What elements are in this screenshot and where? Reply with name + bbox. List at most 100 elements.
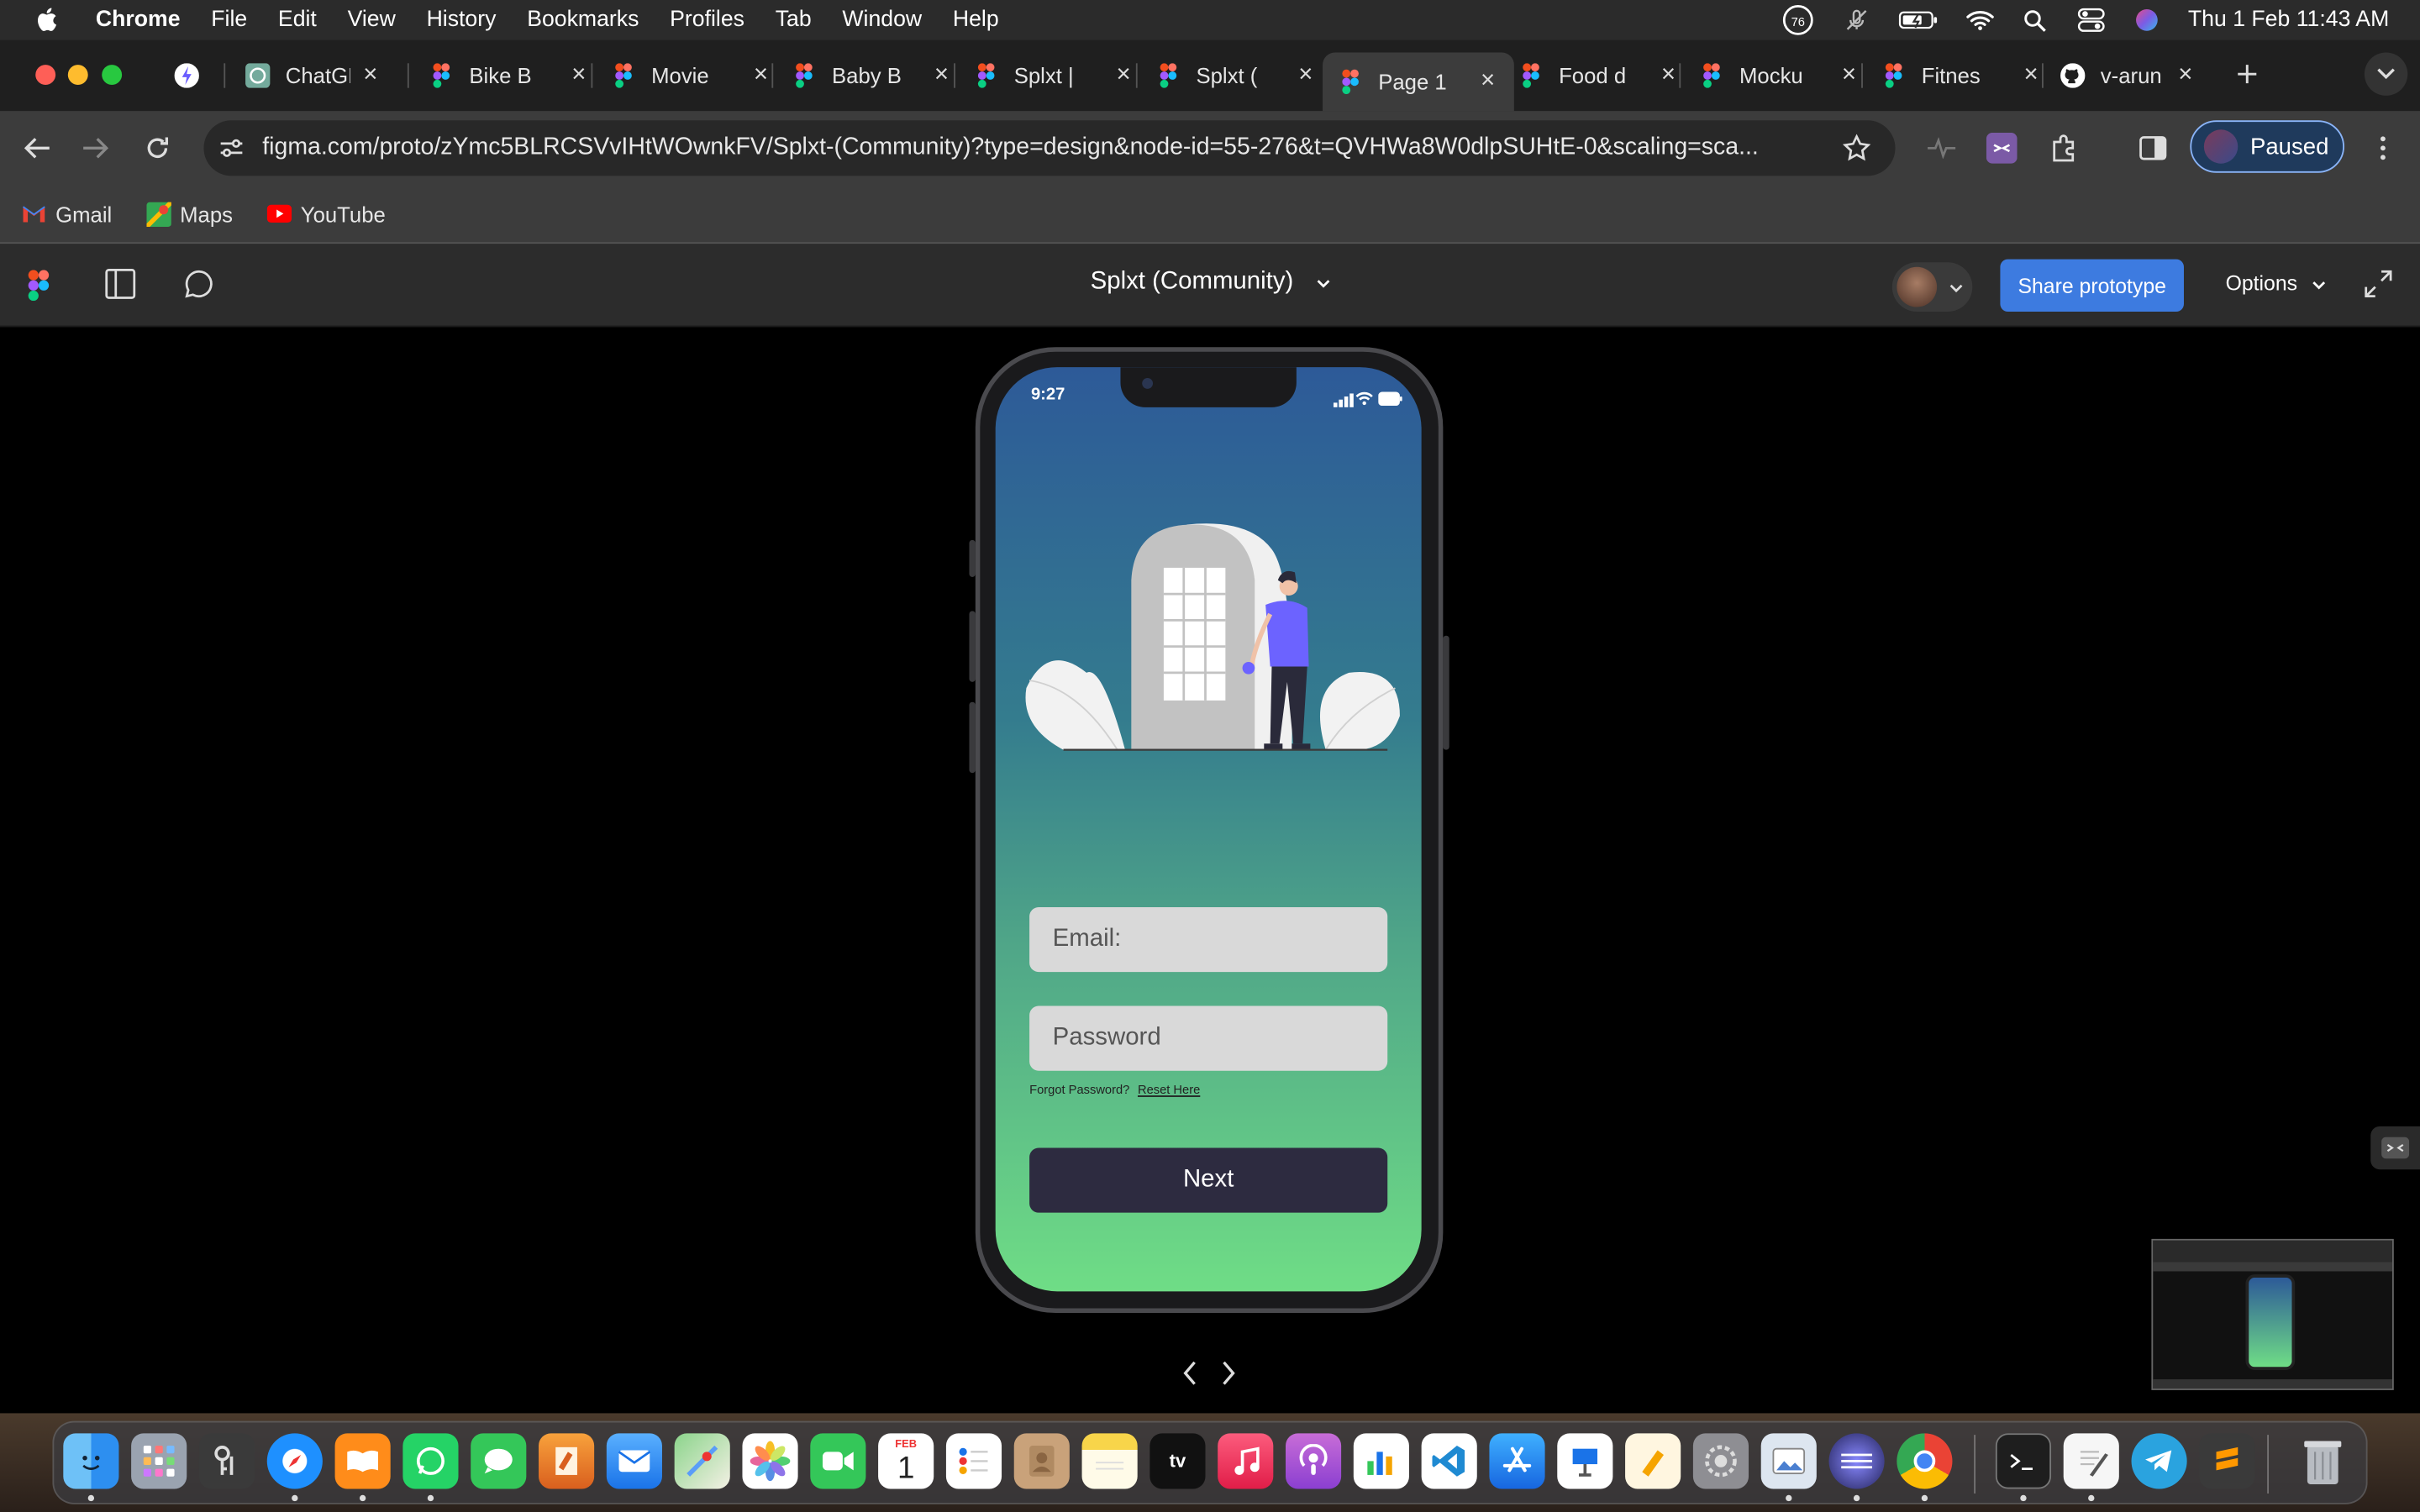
maximize-window-button[interactable]	[102, 65, 123, 86]
apple-icon[interactable]	[34, 6, 61, 34]
keychain-icon[interactable]	[198, 1433, 255, 1489]
tab-github[interactable]: v-arun ×	[2060, 52, 2196, 98]
settings-icon[interactable]	[1692, 1433, 1749, 1489]
email-field[interactable]: Email:	[1029, 907, 1388, 973]
microphone-muted-icon[interactable]	[1842, 6, 1870, 34]
close-icon[interactable]: ×	[1477, 68, 1499, 96]
chrome-icon[interactable]	[1897, 1433, 1953, 1489]
next-frame-arrow-icon[interactable]	[1213, 1357, 1244, 1389]
terminal-icon[interactable]	[1995, 1433, 2052, 1489]
close-icon[interactable]: ×	[1839, 61, 1860, 89]
wifi-icon[interactable]	[1965, 6, 1994, 34]
bookmark-youtube[interactable]: YouTube	[266, 202, 386, 226]
reload-icon[interactable]	[139, 129, 176, 166]
minimize-window-button[interactable]	[67, 65, 88, 86]
pages-doc-icon[interactable]	[1625, 1433, 1681, 1489]
reminders-icon[interactable]	[945, 1433, 1002, 1489]
pages-icon[interactable]	[539, 1433, 595, 1489]
contacts-icon[interactable]	[1013, 1433, 1070, 1489]
warp-icon[interactable]	[1828, 1433, 1885, 1489]
menu-history[interactable]: History	[427, 8, 497, 32]
close-icon[interactable]: ×	[2020, 61, 2042, 89]
share-prototype-button[interactable]: Share prototype	[2000, 259, 2184, 312]
viewer-avatar-menu[interactable]	[1891, 262, 1973, 312]
url-text[interactable]: figma.com/proto/zYmc5BLRCSVvIHtWOwnkFV/S…	[262, 134, 1821, 162]
vscode-icon[interactable]	[1421, 1433, 1477, 1489]
bookmark-maps[interactable]: Maps	[145, 201, 233, 227]
menu-edit[interactable]: Edit	[278, 8, 317, 32]
close-icon[interactable]: ×	[750, 61, 772, 89]
photos-icon[interactable]	[742, 1433, 798, 1489]
facetime-icon[interactable]	[810, 1433, 866, 1489]
tab-chatgpt[interactable]: ChatGPT ×	[245, 52, 381, 98]
maps-icon[interactable]	[674, 1433, 730, 1489]
tab-page-1[interactable]: Page 1 ×	[1323, 52, 1514, 112]
bookmark-star-icon[interactable]	[1842, 134, 1871, 162]
fullscreen-icon[interactable]	[2365, 270, 2392, 305]
bookmark-gmail[interactable]: Gmail	[22, 202, 112, 226]
tab-splxt-1[interactable]: Splxt | ×	[974, 52, 1134, 98]
extension-pulse-icon[interactable]	[1923, 129, 1960, 166]
launchpad-icon[interactable]	[131, 1433, 187, 1489]
appstore-icon[interactable]	[1489, 1433, 1545, 1489]
textedit-icon[interactable]	[2063, 1433, 2119, 1489]
close-icon[interactable]: ×	[931, 61, 953, 89]
trash-icon[interactable]	[2295, 1433, 2350, 1488]
whatsapp-icon[interactable]	[402, 1433, 459, 1489]
notes-icon[interactable]	[1081, 1433, 1138, 1489]
close-window-button[interactable]	[35, 65, 56, 86]
next-button[interactable]: Next	[1029, 1147, 1388, 1213]
books-icon[interactable]	[334, 1433, 391, 1489]
close-icon[interactable]: ×	[568, 61, 590, 89]
side-panel-icon[interactable]	[2134, 129, 2171, 166]
password-field[interactable]: Password	[1029, 1005, 1388, 1071]
menu-help[interactable]: Help	[953, 8, 999, 32]
close-icon[interactable]: ×	[360, 61, 381, 89]
screen-preview-thumbnail[interactable]	[2151, 1238, 2394, 1390]
calendar-icon[interactable]: FEB 1	[878, 1433, 934, 1489]
tab-splxt-2[interactable]: Splxt ( ×	[1156, 52, 1317, 98]
site-settings-icon[interactable]	[219, 137, 244, 159]
options-menu[interactable]: Options	[2226, 271, 2327, 295]
tab-search-icon[interactable]	[2364, 52, 2408, 96]
preview-icon[interactable]	[1760, 1433, 1817, 1489]
tab-baby[interactable]: Baby B ×	[792, 52, 952, 98]
close-icon[interactable]: ×	[1295, 61, 1317, 89]
finder-icon[interactable]	[63, 1433, 119, 1489]
extension-app-icon[interactable]	[1983, 129, 2020, 166]
siri-icon[interactable]	[2133, 6, 2160, 34]
menubar-clock[interactable]: Thu 1 Feb 11:43 AM	[2188, 8, 2389, 32]
close-icon[interactable]: ×	[1113, 61, 1134, 89]
appletv-icon[interactable]: tv	[1150, 1433, 1206, 1489]
tab-fitness[interactable]: Fitnes ×	[1881, 52, 2042, 98]
telegram-icon[interactable]	[2131, 1433, 2187, 1489]
forward-arrow-icon[interactable]	[77, 129, 114, 166]
podcasts-icon[interactable]	[1286, 1433, 1342, 1489]
battery-icon[interactable]	[1898, 6, 1939, 34]
previous-frame-arrow-icon[interactable]	[1175, 1357, 1206, 1389]
spotlight-search-icon[interactable]	[2022, 6, 2049, 34]
profile-paused-button[interactable]: Paused	[2190, 120, 2345, 173]
reset-password-link[interactable]: Reset Here	[1138, 1083, 1200, 1097]
menu-tab[interactable]: Tab	[776, 8, 812, 32]
keynote-icon[interactable]	[1557, 1433, 1613, 1489]
tab-food[interactable]: Food d ×	[1518, 52, 1679, 98]
extensions-puzzle-icon[interactable]	[2045, 129, 2082, 166]
tab-mockup[interactable]: Mocku ×	[1699, 52, 1860, 98]
back-arrow-icon[interactable]	[18, 129, 55, 166]
new-tab-icon[interactable]	[2228, 55, 2265, 92]
messages-icon[interactable]	[471, 1433, 527, 1489]
floating-extension-icon[interactable]	[2370, 1126, 2420, 1170]
menu-file[interactable]: File	[211, 8, 247, 32]
menu-view[interactable]: View	[348, 8, 396, 32]
music-icon[interactable]	[1218, 1433, 1274, 1489]
mail-icon[interactable]	[606, 1433, 662, 1489]
menu-window[interactable]: Window	[842, 8, 922, 32]
menu-app-name[interactable]: Chrome	[96, 8, 181, 32]
sublime-icon[interactable]	[2199, 1433, 2255, 1489]
numbers-icon[interactable]	[1353, 1433, 1409, 1489]
notification-badge-icon[interactable]: 76	[1781, 4, 1814, 35]
menu-bookmarks[interactable]: Bookmarks	[527, 8, 639, 32]
tab-movie[interactable]: Movie ×	[611, 52, 771, 98]
tab-bike[interactable]: Bike B ×	[429, 52, 590, 98]
